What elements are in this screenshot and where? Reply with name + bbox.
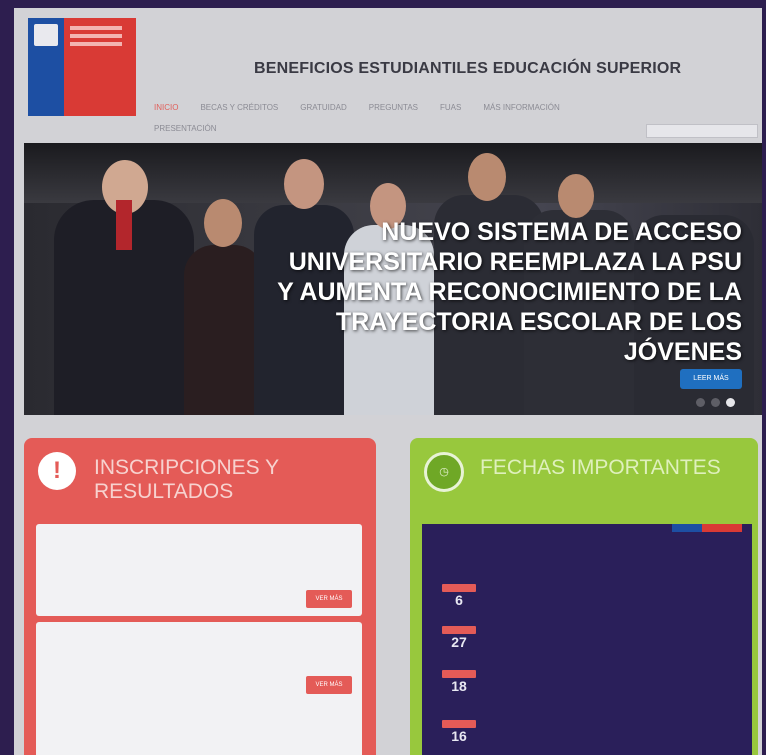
hero-banner[interactable]: NUEVO SISTEMA DE ACCESO UNIVERSITARIO RE…: [24, 143, 762, 415]
date-day: 18: [451, 678, 467, 694]
inscripciones-card[interactable]: VER MÁS: [36, 524, 362, 616]
hero-person-head: [558, 174, 594, 218]
carousel-dot[interactable]: [711, 398, 720, 407]
nav-item-becas[interactable]: BECAS Y CRÉDITOS: [200, 103, 278, 112]
fechas-panel: ◷ FECHAS IMPORTANTES 6 27 18 16: [410, 438, 758, 755]
date-item: 16: [442, 720, 722, 744]
date-month: [442, 626, 476, 634]
date-day: 16: [451, 728, 467, 744]
hero-person-head: [468, 153, 506, 201]
date-day: 6: [455, 592, 463, 608]
logo-blue-block: [28, 18, 64, 116]
date-month: [442, 670, 476, 678]
hero-headline[interactable]: NUEVO SISTEMA DE ACCESO UNIVERSITARIO RE…: [272, 217, 742, 367]
fechas-title: FECHAS IMPORTANTES: [480, 456, 721, 479]
fechas-card[interactable]: 6 27 18 16: [422, 524, 752, 755]
exclamation-icon: !: [38, 452, 76, 490]
date-day: 27: [451, 634, 467, 650]
date-badge: 27: [442, 626, 476, 650]
search-input[interactable]: [646, 124, 758, 138]
inscripciones-card[interactable]: VER MÁS: [36, 622, 362, 755]
browser-page: BENEFICIOS ESTUDIANTILES EDUCACIÓN SUPER…: [14, 8, 762, 755]
logo-red-block: [64, 18, 136, 116]
carousel-dots: [696, 398, 735, 407]
nav-item-gratuidad[interactable]: GRATUIDAD: [300, 103, 347, 112]
ver-mas-button[interactable]: VER MÁS: [306, 676, 352, 694]
nav-item-inicio[interactable]: INICIO: [154, 103, 178, 112]
star-icon: [34, 24, 58, 46]
ver-mas-button[interactable]: VER MÁS: [306, 590, 352, 608]
date-badge: 18: [442, 670, 476, 694]
hero-person: [54, 160, 194, 415]
nav-item-fuas[interactable]: FUAS: [440, 103, 461, 112]
hero-person-head: [284, 159, 324, 209]
hero-person: [184, 199, 264, 415]
carousel-dot[interactable]: [696, 398, 705, 407]
nav-item-mas-informacion[interactable]: MÁS INFORMACIÓN: [483, 103, 559, 112]
government-logo[interactable]: [28, 18, 136, 116]
inscripciones-title: INSCRIPCIONES Y RESULTADOS: [94, 456, 279, 503]
site-title: BENEFICIOS ESTUDIANTILES EDUCACIÓN SUPER…: [254, 60, 682, 77]
subnav-item[interactable]: PRESENTACIÓN: [154, 124, 217, 133]
calendar-icon: ◷: [424, 452, 464, 492]
date-month: [442, 584, 476, 592]
date-item: 27: [442, 626, 722, 650]
date-month: [442, 720, 476, 728]
hero-person-head: [204, 199, 242, 247]
red-tie: [116, 200, 132, 250]
main-nav: INICIO BECAS Y CRÉDITOS GRATUIDAD PREGUN…: [154, 96, 754, 118]
date-item: 6: [442, 584, 722, 608]
nav-item-preguntas[interactable]: PREGUNTAS: [369, 103, 418, 112]
date-badge: 16: [442, 720, 476, 744]
date-item: 18: [442, 670, 722, 694]
mini-government-logo: [672, 524, 742, 532]
read-more-button[interactable]: LEER MÁS: [680, 369, 742, 389]
carousel-dot-active[interactable]: [726, 398, 735, 407]
inscripciones-panel: ! INSCRIPCIONES Y RESULTADOS VER MÁS VER…: [24, 438, 376, 755]
date-badge: 6: [442, 584, 476, 608]
